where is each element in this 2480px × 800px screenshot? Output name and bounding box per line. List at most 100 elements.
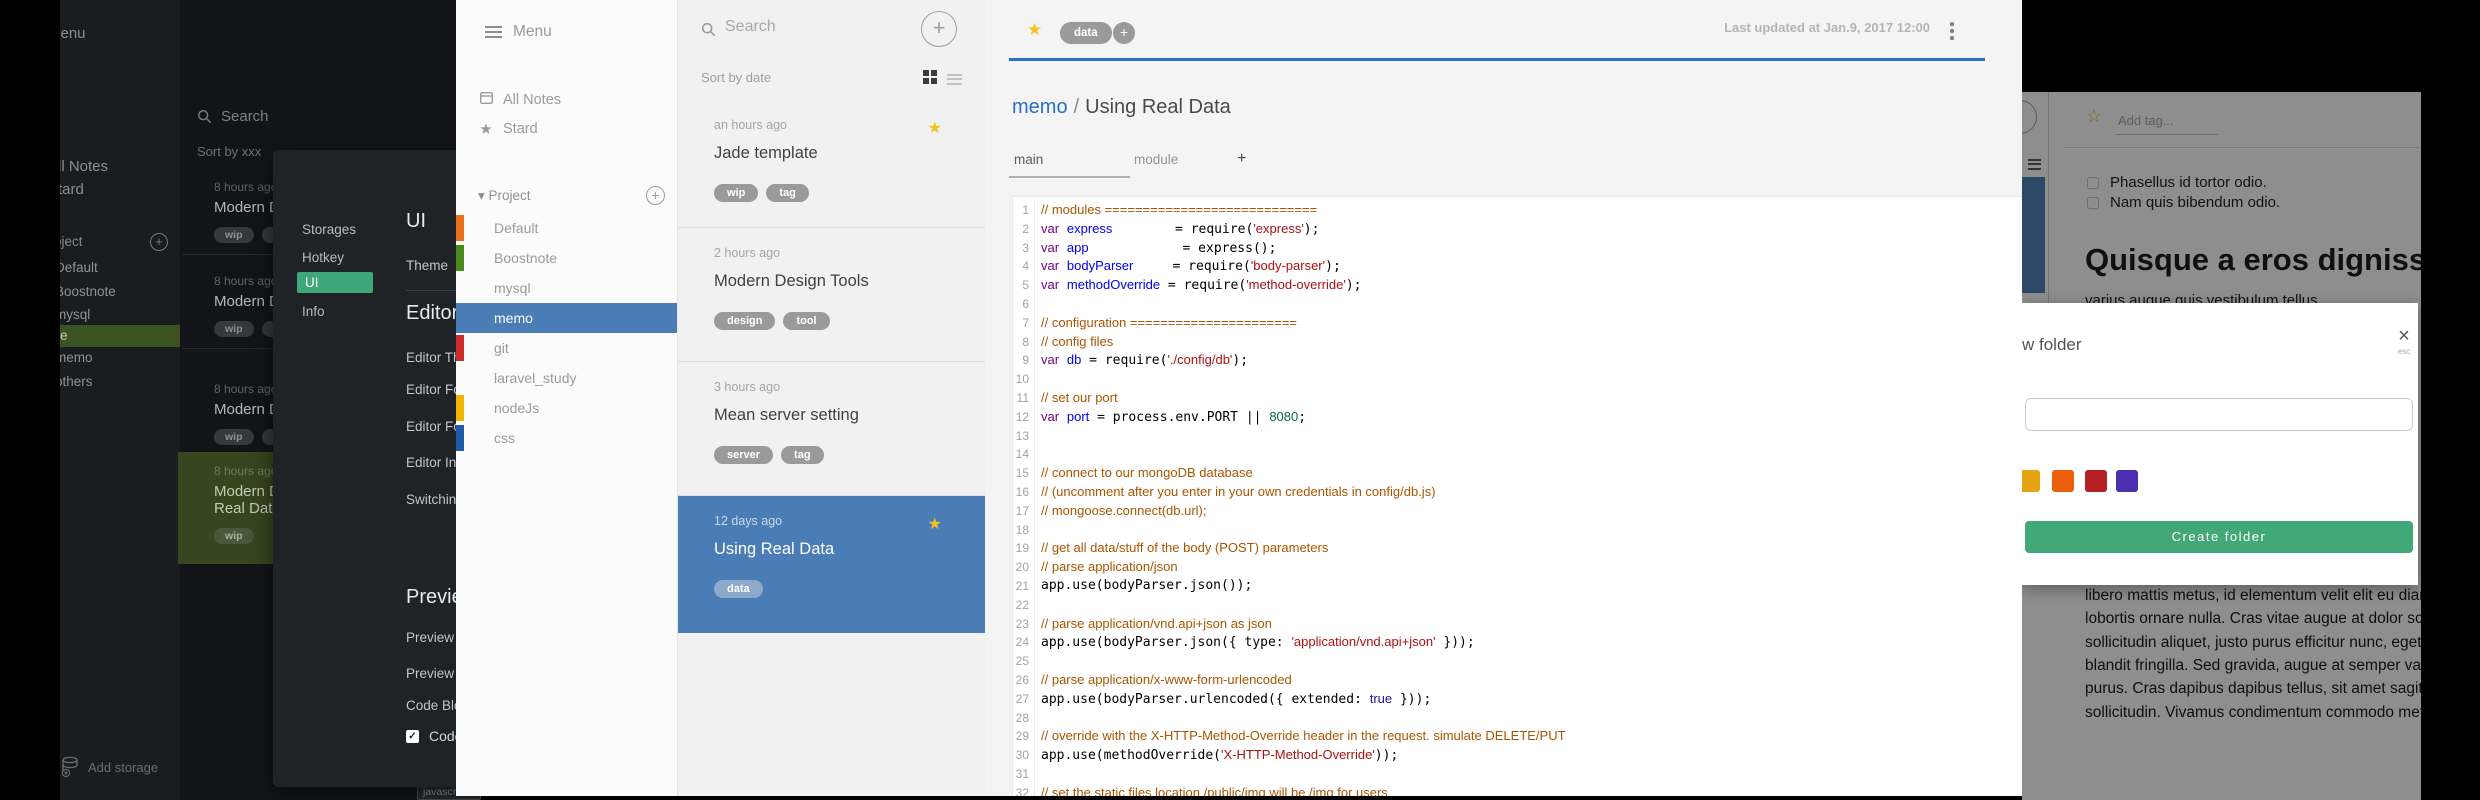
tag-pill-wip: wip xyxy=(214,528,254,544)
code-line: 18 xyxy=(1013,520,2022,540)
color-swatch[interactable] xyxy=(2085,470,2107,492)
code-line: 30 app.use(methodOverride('X-HTTP-Method-… xyxy=(1013,746,2022,765)
code-line: 21 app.use(bodyParser.json()); xyxy=(1013,576,2022,596)
code-line: 9 var db = require('./config/db'); xyxy=(1013,351,2022,371)
color-swatch[interactable] xyxy=(2052,470,2074,492)
sidebar-folder-git[interactable]: git xyxy=(456,333,677,363)
note-title: Mean server setting xyxy=(714,406,859,424)
sidebar-folder-laravel_study[interactable]: laravel_study xyxy=(456,363,677,393)
menu-button[interactable]: Menu xyxy=(473,23,552,41)
sidebar-folder-css[interactable]: css xyxy=(456,423,677,453)
close-icon[interactable]: × xyxy=(2392,325,2416,348)
project-header[interactable]: ▾ Project xyxy=(478,188,531,204)
code-line: 2 var express = require('express'); xyxy=(1013,219,2022,239)
sidebar-folder-Boostnote[interactable]: Boostnote xyxy=(456,243,677,273)
checkbox-icon[interactable]: ✓ xyxy=(406,729,419,743)
add-tab-button[interactable]: + xyxy=(1237,150,1246,168)
code-line: 31 xyxy=(1013,764,2022,784)
code-editor[interactable]: 1// modules ============================… xyxy=(1012,196,2022,796)
line-number: 11 xyxy=(1013,388,1035,408)
create-folder-dialog: w folder × esc Create folder xyxy=(2022,303,2418,585)
new-note-button[interactable]: + xyxy=(921,11,957,47)
settings-nav-info[interactable]: Info xyxy=(302,304,325,319)
line-number: 23 xyxy=(1013,614,1035,634)
color-swatch[interactable] xyxy=(2116,470,2138,492)
tab-main[interactable]: main xyxy=(1014,152,1043,167)
settings-item: Editor Fo xyxy=(406,382,461,397)
sidebar-folder-Default[interactable]: Default xyxy=(456,213,677,243)
sidebar-item-starred[interactable]: ★ Stard xyxy=(478,120,538,138)
search-input[interactable] xyxy=(723,17,873,37)
note-card-4[interactable]: 12 days ago ★ Using Real Data data xyxy=(678,496,986,633)
grid-view-icon[interactable] xyxy=(923,70,937,84)
line-number: 5 xyxy=(1013,276,1035,295)
line-number: 14 xyxy=(1013,445,1035,465)
folder-label: mysql xyxy=(494,280,531,296)
list-view-icon[interactable] xyxy=(947,71,962,87)
starred-label: Stard xyxy=(503,121,538,137)
dark-add-folder-button[interactable]: + xyxy=(150,233,168,251)
folder-label: memo xyxy=(494,310,533,326)
black-left-edge xyxy=(0,0,60,800)
breadcrumb-folder[interactable]: memo xyxy=(1012,96,1068,118)
settings-item: Editor Fo xyxy=(406,419,461,434)
line-number: 7 xyxy=(1013,313,1035,333)
folder-label: Default xyxy=(494,220,539,236)
search-icon xyxy=(198,110,212,124)
sidebar-item-all-notes[interactable]: All Notes xyxy=(478,91,561,108)
code-line: 15// connect to our mongoDB database xyxy=(1013,464,2022,483)
note-card-2[interactable]: 2 hours ago Modern Design Tools design tool xyxy=(678,228,986,362)
settings-nav-hotkey[interactable]: Hotkey xyxy=(302,250,344,265)
star-icon[interactable]: ★ xyxy=(928,514,942,534)
note-star-icon[interactable]: ★ xyxy=(1027,20,1042,40)
note-title[interactable]: Using Real Data xyxy=(1085,96,1231,118)
sidebar-folder-nodeJs[interactable]: nodeJs xyxy=(456,393,677,423)
sidebar-folder-mysql[interactable]: mysql xyxy=(456,273,677,303)
note-date: 12 days ago xyxy=(714,514,783,528)
code-line: 20// parse application/json xyxy=(1013,558,2022,577)
star-icon[interactable]: ★ xyxy=(928,118,942,138)
note-tag-pill[interactable]: data xyxy=(1060,22,1112,44)
canvas: Menu All Notes ▤ Stard ★ ▾ Project + Def… xyxy=(0,0,2480,800)
line-number: 1 xyxy=(1013,201,1035,220)
sort-by-dropdown[interactable]: Sort by date xyxy=(701,70,771,85)
settings-nav-storages[interactable]: Storages xyxy=(302,222,356,237)
folder-name-input[interactable] xyxy=(2025,398,2413,431)
menu-label: Menu xyxy=(513,23,552,40)
hamburger-icon xyxy=(485,23,502,41)
line-number: 21 xyxy=(1013,576,1035,596)
tag-pill-tag: tag xyxy=(781,446,824,464)
sidebar-folder-memo[interactable]: memo xyxy=(456,303,677,333)
code-line: 22 xyxy=(1013,595,2022,615)
note-date: 3 hours ago xyxy=(714,380,781,394)
note-card-1[interactable]: an hours ago ★ Jade template wip tag xyxy=(678,100,986,228)
code-line: 4 var bodyParser = require('body-parser')… xyxy=(1013,257,2022,277)
kebab-menu-icon[interactable] xyxy=(1950,22,1954,43)
note-list-panel: + Sort by date an hours ago ★ Jade templat… xyxy=(677,0,986,796)
code-line: 14 xyxy=(1013,445,2022,465)
code-line: 32// set the static files location /publ… xyxy=(1013,783,2022,796)
search-icon xyxy=(701,22,716,37)
line-number: 26 xyxy=(1013,670,1035,690)
code-line: 5 var methodOverride = require('method-ov… xyxy=(1013,276,2022,295)
create-folder-button[interactable]: Create folder xyxy=(2025,521,2413,553)
esc-hint: esc xyxy=(2397,347,2411,356)
settings-nav-ui[interactable]: UI xyxy=(297,272,373,293)
color-swatch[interactable] xyxy=(2022,470,2040,492)
code-line: 10 xyxy=(1013,370,2022,389)
tag-pill-server: server xyxy=(714,446,774,464)
add-tag-button[interactable]: + xyxy=(1113,22,1135,44)
tag-pill-data: data xyxy=(714,580,763,598)
note-date: an hours ago xyxy=(714,118,787,132)
tag-pill-wip: wip xyxy=(714,184,759,202)
line-number: 10 xyxy=(1013,370,1035,389)
tag-pill-tag: tag xyxy=(766,184,809,202)
dark-add-storage-button[interactable]: Add storage xyxy=(60,756,158,778)
dark-search-placeholder: Search xyxy=(221,108,269,125)
dark-sort-label[interactable]: Sort by xxx xyxy=(197,144,261,159)
tab-module[interactable]: module xyxy=(1134,152,1178,167)
note-card-3[interactable]: 3 hours ago Mean server setting server tag xyxy=(678,362,986,496)
add-folder-button[interactable]: + xyxy=(646,186,665,205)
line-number: 28 xyxy=(1013,708,1035,728)
dark-search[interactable]: Search xyxy=(197,108,269,125)
